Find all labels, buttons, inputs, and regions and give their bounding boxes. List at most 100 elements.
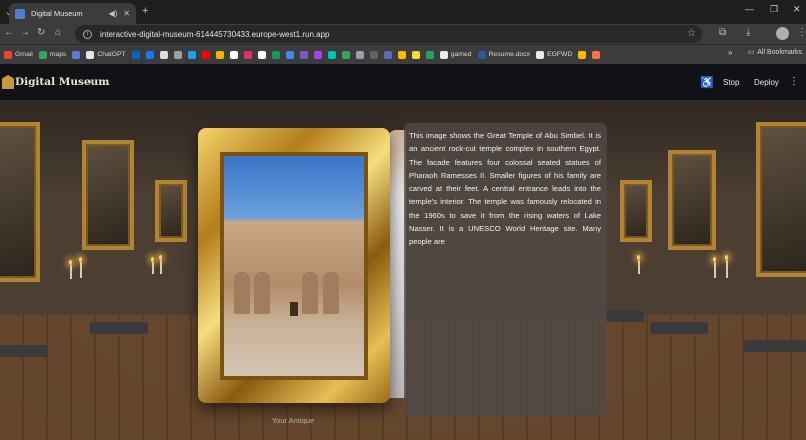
folder-icon: ▭ [747, 49, 755, 56]
bookmark-favicon-icon [578, 50, 587, 59]
bookmark-item[interactable] [215, 50, 224, 59]
museum-logo-icon [2, 75, 14, 89]
bookmark-item[interactable] [383, 50, 392, 59]
bench [650, 322, 708, 334]
colossal-statue [254, 272, 270, 314]
address-bar[interactable]: i interactive-digital-museum-61444573043… [75, 25, 702, 43]
bookmark-favicon-icon [327, 50, 336, 59]
expand-sidebar-icon[interactable]: » [88, 76, 94, 88]
profile-avatar[interactable] [776, 27, 789, 40]
bookmark-item[interactable] [397, 50, 406, 59]
forward-icon[interactable]: → [20, 27, 30, 38]
bookmark-item[interactable]: Gmail [4, 50, 33, 59]
bookmark-label: ChatGPT [97, 51, 126, 58]
bookmark-item[interactable] [411, 50, 420, 59]
bookmark-item[interactable] [145, 50, 154, 59]
downloads-icon[interactable]: ⤓ [746, 27, 750, 38]
colossal-statue [302, 272, 318, 314]
candle-flame [713, 257, 716, 262]
extensions-icon[interactable]: ⧉ [719, 27, 726, 38]
bookmark-favicon-icon [369, 50, 378, 59]
painting [155, 180, 187, 242]
bench [606, 310, 644, 322]
site-info-icon[interactable]: i [83, 29, 92, 39]
new-tab-button[interactable]: + [142, 5, 148, 17]
bookmark-favicon-icon [173, 50, 182, 59]
candle-flame [69, 260, 72, 265]
url-text[interactable]: interactive-digital-museum-614445730433.… [100, 30, 329, 39]
bookmark-item[interactable] [327, 50, 336, 59]
bookmark-item[interactable]: maps [38, 50, 66, 59]
bookmarks-overflow-button[interactable]: » [728, 48, 732, 57]
bookmark-item[interactable] [257, 50, 266, 59]
minimize-icon[interactable]: — [745, 4, 754, 14]
bookmark-favicon-icon [215, 50, 224, 59]
bookmark-favicon-icon [187, 50, 196, 59]
bookmark-favicon-icon [592, 50, 601, 59]
back-icon[interactable]: ← [4, 27, 14, 38]
bookmark-favicon-icon [38, 50, 47, 59]
bookmark-favicon-icon [243, 50, 252, 59]
tab-favicon-icon [15, 8, 25, 19]
bookmark-item[interactable]: gamed [439, 50, 472, 59]
bookmark-item[interactable] [243, 50, 252, 59]
bookmark-favicon-icon [383, 50, 392, 59]
bookmark-item[interactable]: EGFWD [536, 50, 572, 59]
bookmark-item[interactable] [159, 50, 168, 59]
candle [726, 260, 728, 278]
home-icon[interactable]: ⌂ [55, 27, 61, 38]
bookmark-item[interactable] [72, 50, 81, 59]
bench [90, 322, 148, 334]
bookmark-item[interactable] [355, 50, 364, 59]
all-bookmarks-label: All Bookmarks [757, 48, 802, 56]
app-header: Digital Museum » ♿ Stop Deploy ⋮ [0, 64, 806, 100]
tab-close-icon[interactable]: ✕ [123, 9, 130, 18]
window-close-icon[interactable]: ✕ [793, 4, 801, 15]
bookmark-item[interactable] [341, 50, 350, 59]
candle-flame [79, 257, 82, 262]
bookmark-item[interactable] [131, 50, 140, 59]
bookmark-item[interactable]: ChatGPT [86, 50, 126, 59]
bookmarks-bar: Gmail maps ChatGPT gamed Resume.docx EGFWD [0, 44, 806, 64]
bookmark-favicon-icon [355, 50, 364, 59]
bookmark-item[interactable] [578, 50, 587, 59]
candle-flame [159, 255, 162, 260]
candle [80, 262, 82, 278]
bookmark-item[interactable] [173, 50, 182, 59]
chrome-menu-icon[interactable]: ⋮ [797, 27, 806, 38]
reload-icon[interactable]: ↻ [37, 27, 45, 38]
bookmark-item[interactable] [285, 50, 294, 59]
bookmark-favicon-icon [145, 50, 154, 59]
bookmark-item[interactable] [187, 50, 196, 59]
kebab-icon[interactable]: ⋮ [789, 76, 799, 87]
audio-icon[interactable]: ◀) [108, 9, 117, 18]
browser-tab[interactable]: Digital Museum ◀) ✕ [9, 3, 136, 24]
stop-button[interactable]: Stop [723, 78, 739, 87]
painting [756, 122, 806, 277]
bench [0, 345, 48, 357]
painting [0, 122, 40, 282]
bookmark-item[interactable] [425, 50, 434, 59]
antique-photo-frame [220, 152, 368, 380]
bookmark-favicon-icon [299, 50, 308, 59]
bookmark-item[interactable] [299, 50, 308, 59]
browser-toolbar: ← → ↻ ⌂ i interactive-digital-museum-614… [0, 24, 806, 44]
bookmark-label: Resume.docx [488, 51, 531, 58]
painting [668, 150, 716, 250]
bookmark-item[interactable] [201, 50, 210, 59]
deploy-button[interactable]: Deploy [754, 78, 779, 87]
bookmark-favicon-icon [4, 50, 12, 59]
bookmark-item[interactable] [592, 50, 601, 59]
bookmark-item[interactable] [369, 50, 378, 59]
all-bookmarks-button[interactable]: ▭ All Bookmarks [747, 48, 802, 57]
bookmark-favicon-icon [313, 50, 322, 59]
bookmark-item[interactable]: Resume.docx [477, 50, 531, 59]
running-status-icon: ♿ [700, 77, 714, 89]
brand-name: Digital Museum [15, 76, 110, 88]
bookmark-item[interactable] [313, 50, 322, 59]
bookmark-item[interactable] [271, 50, 280, 59]
bookmark-item[interactable] [229, 50, 238, 59]
antique-photo [224, 156, 364, 376]
maximize-icon[interactable]: ❐ [770, 4, 778, 15]
bookmark-star-icon[interactable]: ☆ [687, 28, 696, 39]
